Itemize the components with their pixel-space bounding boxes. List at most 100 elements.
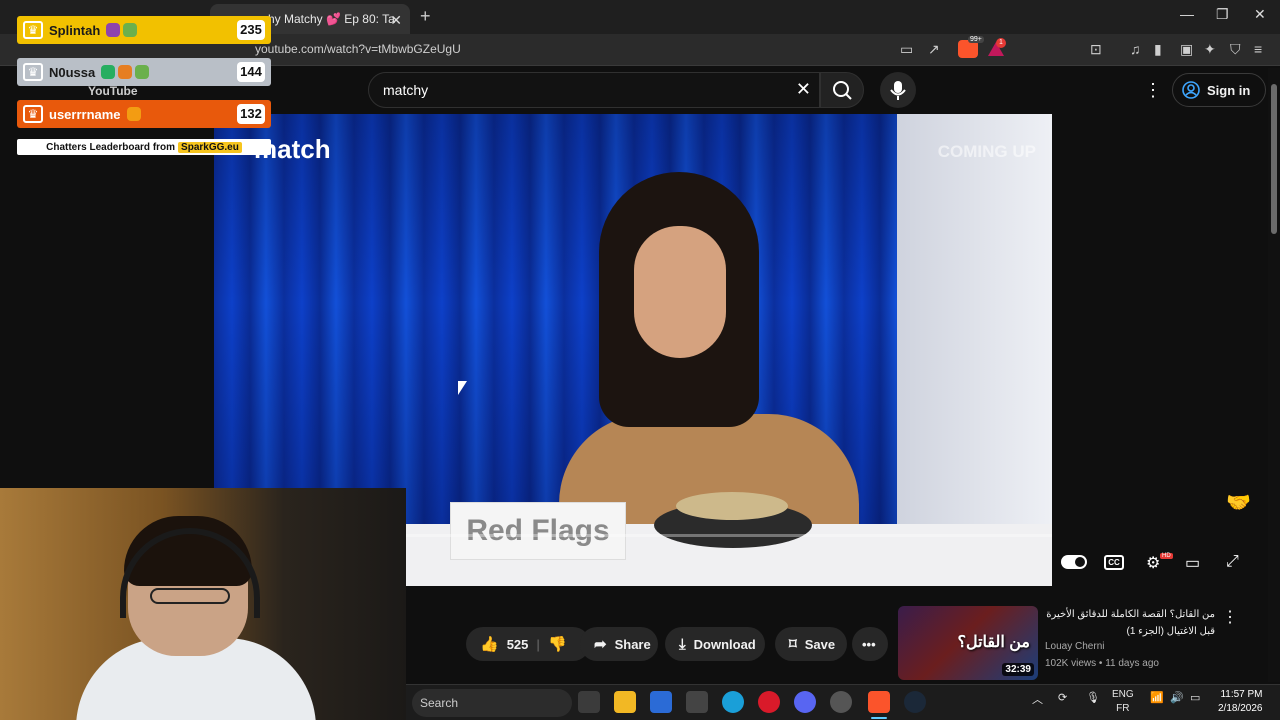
leaderboard-row: ♛ Splintah 235 bbox=[17, 16, 271, 44]
theater-mode-icon[interactable]: ▭ bbox=[1185, 553, 1200, 573]
media-icon[interactable]: ♫ bbox=[1130, 41, 1141, 57]
badge-icon bbox=[123, 23, 138, 37]
captions-button[interactable]: CC bbox=[1104, 555, 1124, 570]
clear-search-icon[interactable]: ✕ bbox=[796, 79, 811, 100]
active-app-indicator bbox=[871, 717, 887, 719]
clock-date: 2/18/2026 bbox=[1218, 703, 1263, 714]
close-window-icon[interactable]: ✕ bbox=[1254, 6, 1266, 23]
voice-search-button[interactable] bbox=[880, 72, 916, 108]
settings-kebab-icon[interactable]: ⋮ bbox=[1144, 80, 1162, 101]
tray-expand-icon[interactable]: ︿ bbox=[1032, 691, 1043, 707]
steam-icon[interactable] bbox=[904, 691, 926, 713]
share-label: Share bbox=[614, 636, 651, 652]
taskbar-search[interactable]: Search bbox=[412, 689, 572, 717]
file-explorer-icon[interactable] bbox=[614, 691, 636, 713]
badge-icon bbox=[106, 23, 121, 37]
extensions-icon[interactable]: ✦ bbox=[1204, 41, 1216, 58]
red-flags-nameplate: Red Flags bbox=[450, 502, 626, 560]
screen: chy Matchy 💕 Ep 80: Ta ✕ + — ❐ ✕ youtube… bbox=[0, 0, 1280, 720]
rewards-count: 1 bbox=[996, 38, 1006, 48]
language-indicator[interactable]: ENG FR bbox=[1112, 688, 1134, 716]
taskbar-search-label: Search bbox=[420, 696, 459, 710]
save-button[interactable]: ⌑ Save bbox=[775, 627, 847, 661]
discord-icon[interactable] bbox=[794, 691, 816, 713]
thumbnail-text: من القاتل؟ bbox=[957, 634, 1030, 651]
leaderboard-score: 132 bbox=[237, 104, 265, 124]
coming-up-label: COMING UP bbox=[937, 142, 1036, 161]
webcam-overlay bbox=[0, 488, 406, 720]
crown-icon: ♛ bbox=[23, 105, 43, 123]
language-top: ENG bbox=[1112, 689, 1134, 700]
badge-icon bbox=[126, 107, 141, 121]
leaderboard-brand: SparkGG.eu bbox=[178, 141, 242, 153]
more-actions-button[interactable]: ••• bbox=[852, 627, 888, 661]
autoplay-toggle-knob bbox=[1075, 557, 1085, 567]
share-icon: ➦ bbox=[594, 636, 607, 653]
video-progress-bar[interactable] bbox=[406, 534, 1052, 537]
badge-icon bbox=[135, 65, 150, 79]
settings-gear-icon[interactable]: ⚙ bbox=[1146, 553, 1160, 573]
sidebar-icon[interactable]: ▮ bbox=[1154, 41, 1162, 58]
opera-icon[interactable] bbox=[758, 691, 780, 713]
crown-icon: ♛ bbox=[23, 63, 43, 81]
sign-in-label: Sign in bbox=[1207, 82, 1251, 98]
share-page-icon[interactable]: ↗ bbox=[928, 41, 940, 58]
brave-icon[interactable] bbox=[868, 691, 890, 713]
download-button[interactable]: ⤓ Download bbox=[665, 627, 765, 661]
tab-close-icon[interactable]: ✕ bbox=[390, 12, 402, 29]
leo-icon[interactable]: ⊡ bbox=[1090, 41, 1102, 58]
recommended-title[interactable]: من القاتل؟ القصة الكاملة للدقائق الأخيرة… bbox=[1045, 606, 1215, 640]
sign-in-button[interactable]: Sign in bbox=[1172, 73, 1266, 107]
language-bottom: FR bbox=[1116, 703, 1130, 714]
edge-icon[interactable] bbox=[722, 691, 744, 713]
new-tab-icon[interactable]: + bbox=[420, 6, 431, 27]
system-clock[interactable]: 11:57 PM 2/18/2026 bbox=[1218, 688, 1263, 716]
windows-taskbar: Search ︿ ⟳ 🎙 ENG FR 📶 🔊 ▭ 11:57 PM 2/18/… bbox=[406, 684, 1280, 720]
vpn-icon[interactable]: ⛉ bbox=[1230, 41, 1241, 58]
volume-icon[interactable]: 🔊 bbox=[1170, 691, 1184, 704]
like-icon[interactable]: 👍 bbox=[480, 635, 499, 653]
video-duration: 32:39 bbox=[1002, 663, 1034, 676]
recommended-more-icon[interactable]: ⋮ bbox=[1222, 607, 1238, 627]
obs-icon[interactable] bbox=[830, 691, 852, 713]
download-label: Download bbox=[693, 636, 756, 652]
recommended-channel[interactable]: Louay Cherni bbox=[1045, 641, 1104, 652]
microphone-icon bbox=[890, 81, 906, 100]
dislike-icon[interactable]: 👎 bbox=[548, 635, 567, 653]
like-count[interactable]: 525 bbox=[507, 637, 529, 652]
bookmark-icon: ⌑ bbox=[789, 636, 797, 653]
fullscreen-icon[interactable]: ⤢ bbox=[1226, 553, 1239, 571]
sync-icon[interactable]: ⟳ bbox=[1058, 691, 1067, 704]
microphone-tray-icon[interactable]: 🎙 bbox=[1086, 691, 1100, 704]
store-icon[interactable] bbox=[650, 691, 672, 713]
app-icon[interactable] bbox=[686, 691, 708, 713]
account-icon bbox=[1182, 81, 1200, 99]
search-input[interactable]: matchy ✕ bbox=[368, 72, 820, 108]
wallet-icon[interactable]: ▣ bbox=[1180, 41, 1193, 58]
leaderboard-footer: Chatters Leaderboard from SparkGG.eu bbox=[17, 139, 271, 155]
share-button[interactable]: ➦ Share bbox=[580, 627, 658, 661]
youtube-logo[interactable]: YouTube bbox=[88, 84, 138, 98]
cast-icon[interactable]: ▭ bbox=[900, 41, 913, 58]
person-face bbox=[634, 226, 726, 358]
plate-food bbox=[676, 492, 788, 520]
task-view-icon[interactable] bbox=[578, 691, 600, 713]
url-field[interactable]: youtube.com/watch?v=tMbwbGZeUgU bbox=[255, 42, 461, 56]
leaderboard-name: N0ussa bbox=[49, 64, 96, 80]
maximize-icon[interactable]: ❐ bbox=[1216, 6, 1229, 23]
minimize-icon[interactable]: — bbox=[1180, 6, 1194, 22]
scrollbar-thumb[interactable] bbox=[1271, 84, 1277, 234]
recommended-thumbnail[interactable]: من القاتل؟ 32:39 bbox=[898, 606, 1038, 680]
leaderboard-row: ♛ userrrname 132 bbox=[17, 100, 271, 128]
brave-shields-count: 99+ bbox=[968, 36, 984, 43]
wifi-icon[interactable]: 📶 bbox=[1150, 691, 1164, 704]
download-icon: ⤓ bbox=[679, 635, 686, 653]
menu-icon[interactable]: ≡ bbox=[1254, 41, 1262, 57]
save-label: Save bbox=[804, 636, 836, 652]
recommended-meta: 102K views • 11 days ago bbox=[1045, 658, 1159, 669]
more-icon: ••• bbox=[862, 636, 876, 652]
tab-title: chy Matchy 💕 Ep 80: Ta bbox=[262, 12, 395, 26]
battery-icon[interactable]: ▭ bbox=[1190, 691, 1200, 704]
search-button[interactable] bbox=[820, 72, 864, 108]
channel-watermark-icon[interactable]: 🤝 bbox=[1226, 490, 1251, 515]
